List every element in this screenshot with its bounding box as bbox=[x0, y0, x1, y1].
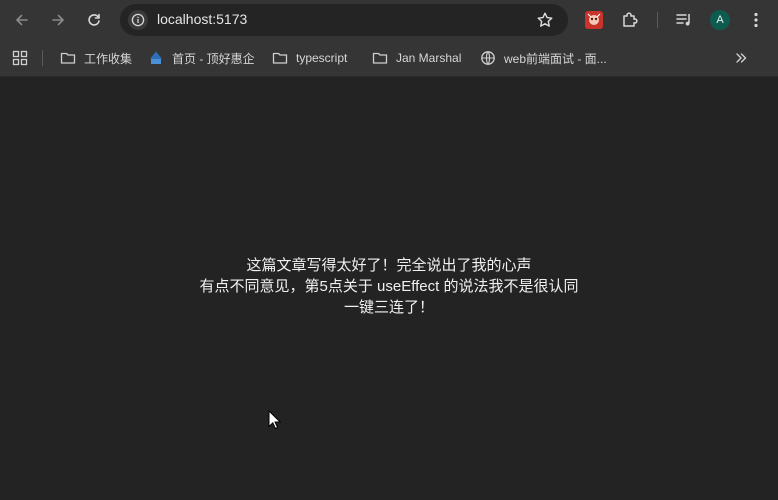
back-button[interactable] bbox=[10, 8, 34, 32]
bookmark-label: Jan Marshal bbox=[396, 51, 462, 65]
extensions-puzzle-icon[interactable] bbox=[620, 10, 640, 30]
folder-icon bbox=[60, 50, 76, 66]
toolbar-divider bbox=[657, 12, 658, 28]
reload-icon bbox=[88, 13, 100, 26]
bookmark-label: web前端面试 - 面... bbox=[504, 51, 607, 66]
bookmark-item[interactable]: 工作收集 bbox=[60, 48, 132, 68]
bookmark-item[interactable]: web前端面试 - 面... bbox=[480, 48, 607, 68]
folder-icon bbox=[372, 50, 388, 66]
bookmarks-divider bbox=[42, 50, 43, 66]
bookmark-item[interactable]: typescript bbox=[272, 48, 347, 68]
message-line: 这篇文章写得太好了！完全说出了我的心声 bbox=[246, 257, 532, 274]
url-text[interactable]: localhost:5173 bbox=[157, 11, 247, 27]
address-bar[interactable]: localhost:5173 bbox=[120, 4, 568, 36]
chevron-double-right-icon bbox=[736, 53, 747, 63]
bookmark-star-icon[interactable] bbox=[536, 11, 554, 29]
more-menu-icon[interactable] bbox=[746, 10, 766, 30]
forward-icon bbox=[52, 14, 64, 26]
apps-button[interactable] bbox=[12, 48, 28, 68]
profile-avatar[interactable]: A bbox=[710, 10, 730, 30]
bookmark-label: 工作收集 bbox=[84, 51, 133, 66]
reload-button[interactable] bbox=[82, 8, 106, 32]
site-favicon bbox=[148, 50, 164, 66]
message-block: 这篇文章写得太好了！完全说出了我的心声 有点不同意见，第5点关于 useEffe… bbox=[0, 255, 778, 318]
site-info-icon bbox=[131, 13, 145, 27]
avatar-initial: A bbox=[716, 14, 724, 26]
bookmark-label: 首页 - 顶好惠企 bbox=[172, 51, 255, 66]
bookmark-item[interactable]: 首页 - 顶好惠企 bbox=[148, 48, 255, 68]
bookmarks-bar: 工作收集 首页 - 顶好惠企 typescript Jan Marshal we bbox=[0, 40, 778, 77]
bookmark-item[interactable]: Jan Marshal bbox=[372, 48, 461, 68]
extension-red-icon[interactable] bbox=[584, 10, 604, 30]
folder-icon bbox=[272, 50, 288, 66]
media-controls-icon[interactable] bbox=[674, 10, 694, 30]
apps-grid-icon bbox=[12, 50, 28, 66]
back-icon bbox=[16, 14, 28, 26]
bookmarks-overflow-button[interactable] bbox=[734, 48, 748, 68]
site-info-button[interactable] bbox=[128, 10, 148, 30]
message-line: 一键三连了！ bbox=[343, 299, 434, 316]
forward-button[interactable] bbox=[46, 8, 70, 32]
globe-icon bbox=[480, 50, 496, 66]
mouse-cursor-icon bbox=[268, 410, 282, 430]
bookmark-label: typescript bbox=[296, 51, 348, 65]
message-line: 有点不同意见，第5点关于 useEffect 的说法我不是很认同 bbox=[199, 278, 579, 295]
browser-toolbar: localhost:5173 A bbox=[0, 0, 778, 40]
page-content: 这篇文章写得太好了！完全说出了我的心声 有点不同意见，第5点关于 useEffe… bbox=[0, 77, 778, 500]
browser-window: localhost:5173 A 工作收集 首页 - 顶好惠企 typescri… bbox=[0, 0, 778, 500]
